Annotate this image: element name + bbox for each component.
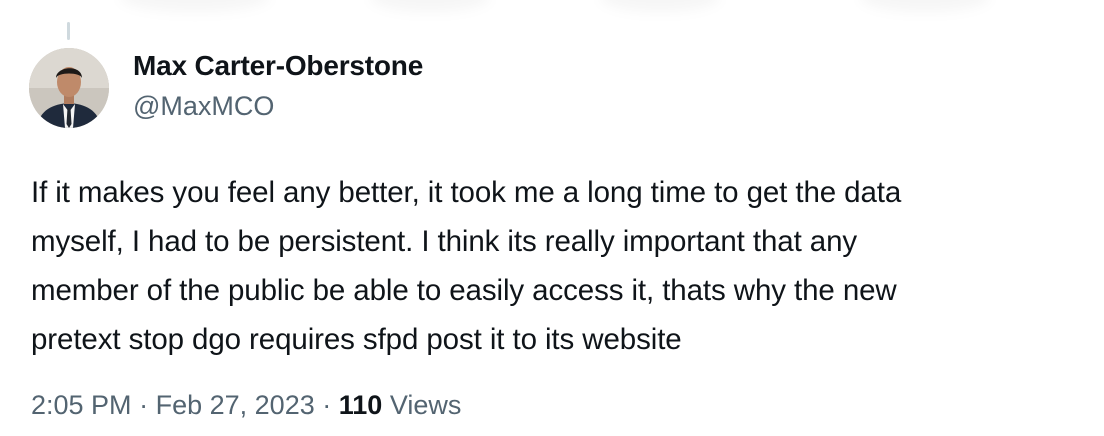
- meta-separator: ·: [322, 390, 332, 420]
- tweet-text-line: member of the public be able to easily a…: [31, 274, 897, 307]
- tweet-text: If it makes you feel any better, it took…: [31, 168, 1081, 364]
- meta-separator: ·: [139, 390, 149, 420]
- tweet-text-line: If it makes you feel any better, it took…: [31, 176, 902, 209]
- header-shadow-4: [860, 0, 990, 12]
- tweet-metadata: 2:05 PM · Feb 27, 2023 · 110 Views: [31, 390, 461, 421]
- views-count: 110: [338, 390, 383, 420]
- header-shadow-2: [370, 0, 490, 12]
- tweet-text-line: myself, I had to be persistent. I think …: [31, 225, 858, 258]
- header-shadow-3: [600, 0, 720, 12]
- tweet-date[interactable]: Feb 27, 2023: [156, 390, 315, 420]
- author-handle[interactable]: @MaxMCO: [133, 91, 274, 122]
- avatar[interactable]: [29, 48, 109, 128]
- views-link[interactable]: 110 Views: [339, 390, 462, 420]
- thread-connector-line: [67, 22, 70, 40]
- author-display-name[interactable]: Max Carter-Oberstone: [133, 50, 423, 82]
- tweet-time[interactable]: 2:05 PM: [31, 390, 132, 420]
- views-label: Views: [389, 390, 462, 420]
- tweet-text-line: pretext stop dgo requires sfpd post it t…: [31, 323, 682, 356]
- header-shadow-1: [120, 0, 270, 12]
